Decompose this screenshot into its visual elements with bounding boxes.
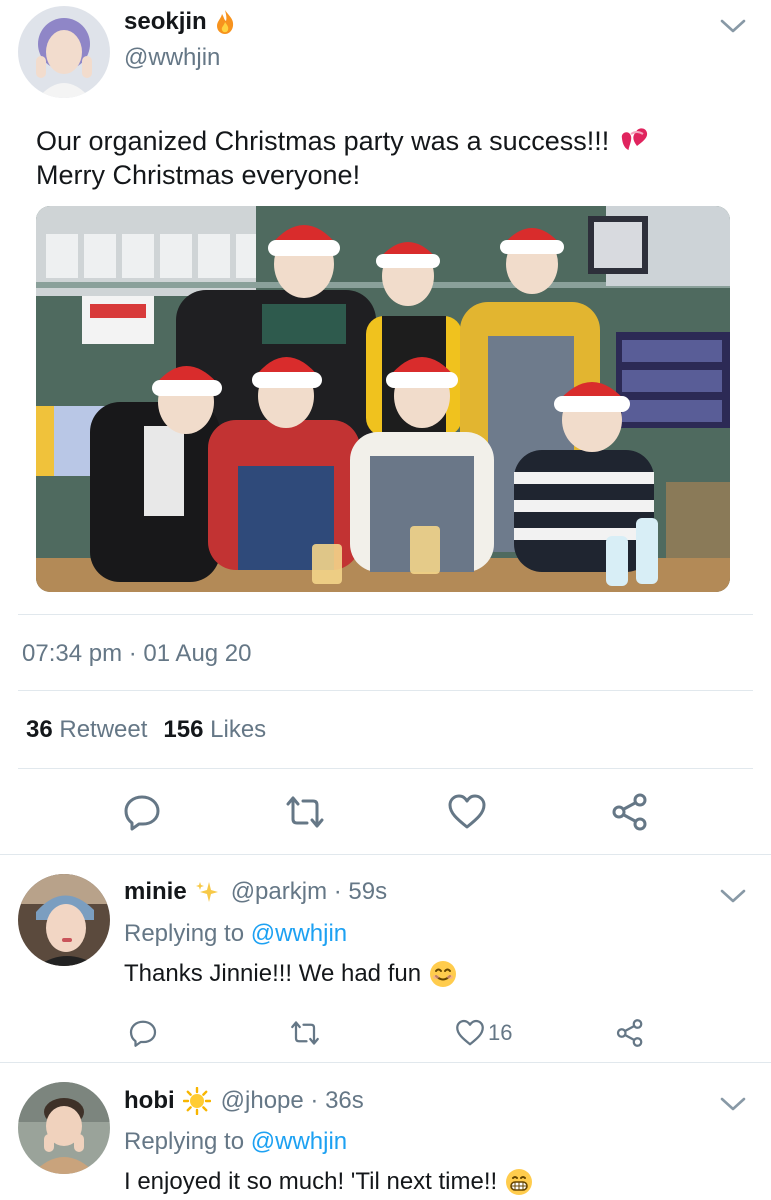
tweet-text-line-1-text: Our organized Christmas party was a succ… — [36, 126, 610, 156]
reply-icon[interactable] — [122, 792, 162, 832]
reply-name-row: minie @parkjm · 59s — [124, 878, 387, 906]
chevron-down-icon[interactable] — [720, 888, 746, 904]
share-icon[interactable] — [610, 792, 650, 832]
reply-text-content: Thanks Jinnie!!! We had fun — [124, 960, 422, 987]
replying-to: Replying to @wwhjin — [124, 1128, 347, 1156]
share-icon[interactable] — [615, 1018, 645, 1048]
retweet-count: 36 — [26, 716, 53, 743]
tweet-stats: 36 Retweet 156 Likes — [26, 716, 266, 744]
reply-display-name[interactable]: hobi — [124, 1087, 175, 1115]
divider — [0, 854, 771, 855]
tweet-text-line-1: Our organized Christmas party was a succ… — [36, 124, 736, 158]
author-name-row: seokjin — [124, 8, 235, 36]
divider — [18, 690, 753, 691]
retweet-stat[interactable]: 36 Retweet — [26, 716, 147, 744]
sun-emoji — [182, 1086, 211, 1116]
like-icon[interactable] — [447, 792, 487, 832]
grinning-face-emoji — [505, 1168, 533, 1196]
retweet-icon[interactable] — [290, 1018, 320, 1048]
tweet-timestamp[interactable]: 07:34 pm · 01 Aug 20 — [22, 640, 252, 668]
reply-text-content: I enjoyed it so much! 'Til next time!! — [124, 1168, 498, 1195]
divider — [18, 614, 753, 615]
like-stat[interactable]: 156 Likes — [163, 716, 266, 744]
replying-to-link[interactable]: @wwhjin — [251, 920, 347, 947]
reply-avatar-minie[interactable] — [18, 874, 110, 966]
reply-display-name[interactable]: minie — [124, 878, 187, 906]
retweet-icon[interactable] — [285, 792, 325, 832]
reply-handle[interactable]: @jhope · 36s — [221, 1087, 364, 1115]
tweet-photo[interactable] — [36, 206, 730, 592]
reply-avatar-hobi[interactable] — [18, 1082, 110, 1174]
like-icon[interactable] — [455, 1018, 485, 1048]
reply-text: Thanks Jinnie!!! We had fun — [124, 960, 457, 988]
reply-name-row: hobi @jhope · 36s — [124, 1086, 364, 1116]
author-handle[interactable]: @wwhjin — [124, 44, 220, 72]
divider — [0, 1062, 771, 1063]
sparkles-emoji — [195, 880, 219, 904]
like-label: Likes — [210, 716, 267, 743]
reply-text: I enjoyed it so much! 'Til next time!! — [124, 1168, 533, 1196]
reply-like-count: 16 — [488, 1020, 513, 1045]
reply-icon[interactable] — [128, 1018, 158, 1048]
smiling-face-emoji — [429, 960, 457, 988]
replying-prefix: Replying to — [124, 1128, 245, 1155]
reply-handle[interactable]: @parkjm · 59s — [231, 878, 387, 906]
replying-prefix: Replying to — [124, 920, 245, 947]
divider — [18, 768, 753, 769]
chevron-down-icon[interactable] — [720, 1096, 746, 1112]
tweet-text-line-2: Merry Christmas everyone! — [36, 160, 361, 190]
author-avatar[interactable] — [18, 6, 110, 98]
fire-emoji — [215, 9, 235, 35]
heart-emoji — [617, 126, 651, 154]
author-display-name[interactable]: seokjin — [124, 8, 207, 36]
retweet-label: Retweet — [59, 716, 148, 743]
replying-to-link[interactable]: @wwhjin — [251, 1128, 347, 1155]
replying-to: Replying to @wwhjin — [124, 920, 347, 948]
chevron-down-icon[interactable] — [720, 18, 746, 34]
tweet-text: Our organized Christmas party was a succ… — [36, 124, 736, 192]
like-count: 156 — [163, 716, 204, 743]
